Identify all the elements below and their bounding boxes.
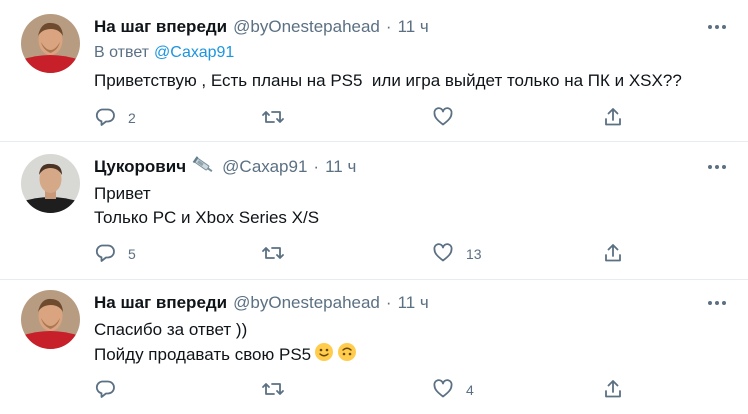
syringe-icon: [192, 155, 216, 179]
retweet-button[interactable]: [261, 107, 297, 129]
tweet-time[interactable]: 11 ч: [398, 293, 429, 313]
tweet-time[interactable]: 11 ч: [398, 17, 429, 37]
tweet-text: Приветствую , Есть планы на PS5 или игра…: [94, 69, 682, 93]
avatar[interactable]: [21, 154, 80, 213]
tweet-text-line: Пойду продавать свою PS5: [94, 344, 312, 364]
reply-button[interactable]: 2: [94, 107, 136, 129]
tweet-actions: 5 13: [94, 242, 634, 267]
like-button[interactable]: 13: [432, 242, 482, 267]
share-button[interactable]: [602, 379, 624, 401]
tweet[interactable]: На шаг впереди @byOnestepahead · 11 ч В …: [0, 0, 748, 141]
display-name[interactable]: Цукорович: [94, 157, 186, 177]
more-icon[interactable]: [706, 156, 728, 178]
share-icon: [602, 378, 624, 403]
upside-down-face-icon: [337, 342, 357, 369]
display-name[interactable]: На шаг впереди: [94, 17, 227, 37]
reply-icon: [94, 106, 116, 131]
tweet-text-line: Приветствую , Есть планы на PS5 или игра…: [94, 71, 682, 90]
tweet-text-line: Спасибо за ответ )): [94, 320, 248, 339]
like-button[interactable]: [432, 106, 466, 131]
share-button[interactable]: [602, 107, 624, 129]
like-count: 4: [466, 382, 474, 398]
heart-icon: [432, 106, 454, 131]
tweet-actions: 2: [94, 106, 634, 131]
separator-dot: ·: [385, 17, 392, 36]
tweet-text-line: Привет: [94, 184, 151, 203]
heart-icon: [432, 242, 454, 267]
reply-to-link[interactable]: @Сахар91: [154, 44, 234, 61]
tweet-text: Спасибо за ответ )) Пойду продавать свою…: [94, 318, 357, 369]
like-count: 13: [466, 246, 482, 262]
tweet[interactable]: На шаг впереди @byOnestepahead · 11 ч Сп…: [0, 280, 748, 414]
share-icon: [602, 242, 624, 267]
display-name[interactable]: На шаг впереди: [94, 293, 227, 313]
retweet-button[interactable]: [261, 379, 297, 401]
retweet-icon: [261, 106, 285, 131]
tweet-header: На шаг впереди @byOnestepahead · 11 ч: [94, 16, 429, 38]
reply-button[interactable]: 5: [94, 243, 136, 265]
more-icon[interactable]: [706, 292, 728, 314]
reply-prefix: В ответ: [94, 44, 150, 61]
reply-icon: [94, 378, 116, 403]
retweet-icon: [261, 242, 285, 267]
user-handle[interactable]: @byOnestepahead: [233, 17, 380, 37]
reply-count: 2: [128, 110, 136, 126]
tweet-text-line: Только PC и Xbox Series X/S: [94, 208, 320, 227]
tweet-time[interactable]: 11 ч: [325, 157, 356, 177]
tweet-text: Привет Только PC и Xbox Series X/S: [94, 182, 319, 230]
tweet-actions: 4: [94, 378, 634, 403]
retweet-icon: [261, 378, 285, 403]
share-icon: [602, 106, 624, 131]
retweet-button[interactable]: [261, 243, 297, 265]
tweet-header: На шаг впереди @byOnestepahead · 11 ч: [94, 292, 429, 314]
tweet[interactable]: Цукорович @Сахар91 · 11 ч Привет Только …: [0, 142, 748, 279]
reply-count: 5: [128, 246, 136, 262]
user-handle[interactable]: @Сахар91: [222, 157, 307, 177]
heart-icon: [432, 378, 454, 403]
more-icon[interactable]: [706, 16, 728, 38]
tweet-header: Цукорович @Сахар91 · 11 ч: [94, 155, 356, 179]
reply-context: В ответ @Сахар91: [94, 44, 234, 62]
user-handle[interactable]: @byOnestepahead: [233, 293, 380, 313]
reply-icon: [94, 242, 116, 267]
avatar[interactable]: [21, 290, 80, 349]
slightly-smiling-face-icon: [314, 342, 334, 369]
separator-dot: ·: [313, 157, 320, 176]
avatar[interactable]: [21, 14, 80, 73]
like-button[interactable]: 4: [432, 378, 474, 403]
reply-button[interactable]: [94, 379, 128, 401]
separator-dot: ·: [385, 293, 392, 312]
share-button[interactable]: [602, 243, 624, 265]
